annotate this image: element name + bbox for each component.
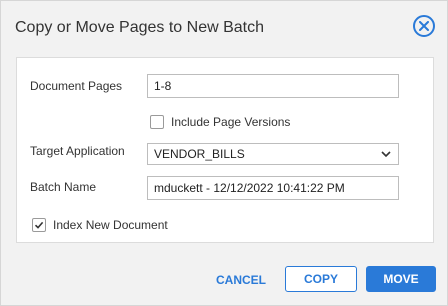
target-application-value: VENDOR_BILLS	[154, 147, 245, 161]
target-application-label: Target Application	[30, 144, 125, 158]
document-pages-label: Document Pages	[30, 79, 123, 93]
index-new-document-label: Index New Document	[53, 218, 168, 232]
include-versions-checkbox[interactable]	[150, 115, 164, 129]
batch-name-label: Batch Name	[30, 180, 97, 194]
check-icon	[34, 221, 44, 229]
target-application-select[interactable]: VENDOR_BILLS	[147, 143, 399, 165]
close-button[interactable]	[413, 15, 435, 37]
form-panel: Document Pages Include Page Versions Tar…	[16, 57, 434, 243]
dialog-header: Copy or Move Pages to New Batch	[1, 1, 447, 53]
close-icon	[419, 21, 429, 31]
index-new-document-checkbox[interactable]	[32, 218, 46, 232]
copy-move-dialog: Copy or Move Pages to New Batch Document…	[0, 0, 448, 306]
cancel-button[interactable]: CANCEL	[216, 273, 266, 287]
include-versions-label: Include Page Versions	[171, 115, 291, 129]
batch-name-input[interactable]	[147, 176, 399, 200]
document-pages-input[interactable]	[147, 74, 399, 98]
move-button[interactable]: MOVE	[366, 266, 436, 292]
copy-button[interactable]: COPY	[285, 266, 357, 292]
dialog-title: Copy or Move Pages to New Batch	[15, 19, 265, 36]
chevron-down-icon	[380, 148, 392, 160]
